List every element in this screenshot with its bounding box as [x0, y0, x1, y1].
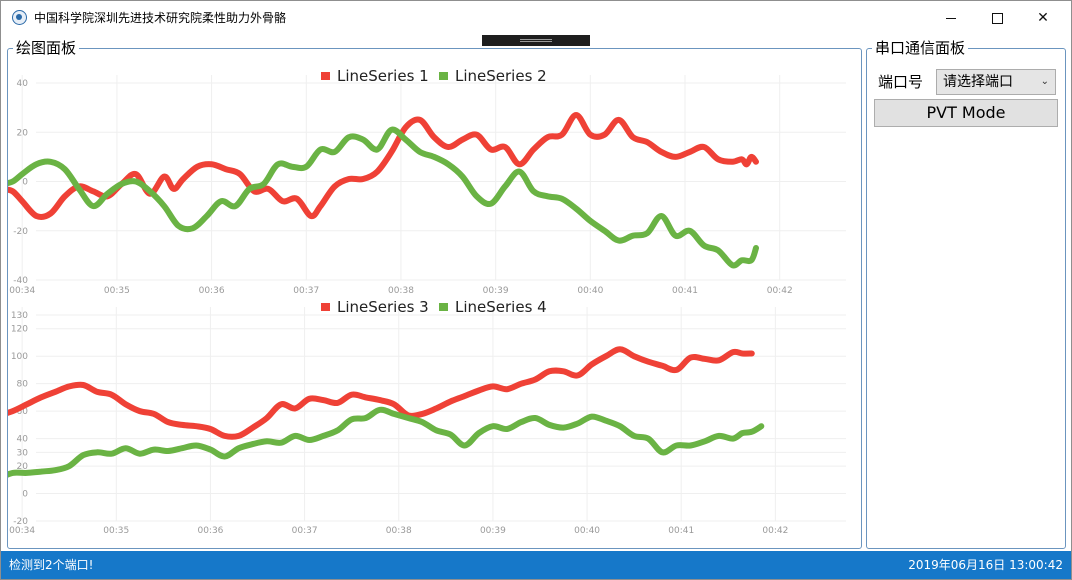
title-bar[interactable]: 中国科学院深圳先进技术研究院柔性助力外骨骼 ✕ [1, 1, 1071, 35]
series-line-2 [8, 406, 765, 478]
y-tick-label: -20 [13, 227, 28, 237]
minimize-button[interactable] [928, 1, 974, 35]
legend-label: LineSeries 3 [337, 301, 429, 316]
x-tick-label: 00:37 [293, 286, 319, 296]
x-tick-label: 00:42 [767, 286, 793, 296]
status-bar: 检测到2个端口! 2019年06月16日 13:00:42 [1, 551, 1071, 579]
maximize-button[interactable] [974, 1, 1020, 35]
chevron-down-icon: ⌄ [1040, 76, 1049, 87]
chart-bottom: 13012010080604030200-2000:3400:3500:3600… [8, 301, 846, 536]
app-logo-icon [12, 10, 27, 25]
close-button[interactable]: ✕ [1020, 1, 1066, 35]
minimize-icon [946, 17, 956, 19]
x-tick-label: 00:37 [292, 526, 318, 536]
serial-panel-title: 串口通信面板 [872, 38, 969, 58]
legend-swatch [321, 303, 330, 311]
port-select-value: 请选择端口 [943, 74, 1013, 90]
series-line-1 [8, 346, 755, 440]
y-tick-label: 120 [11, 325, 28, 335]
x-tick-label: 00:42 [762, 526, 788, 536]
window-title: 中国科学院深圳先进技术研究院柔性助力外骨骼 [34, 11, 287, 25]
x-tick-label: 00:34 [9, 526, 35, 536]
y-tick-label: 130 [11, 311, 28, 321]
x-tick-label: 00:41 [672, 286, 698, 296]
serial-panel: 串口通信面板 端口号 请选择端口 ⌄ PVT Mode [866, 38, 1066, 549]
x-tick-label: 00:36 [197, 526, 223, 536]
draw-panel: 绘图面板 40 20 0 -20 -40 00:34 00:35 00:36 00:37 00:3… [7, 38, 862, 549]
chart-top: 40200-20-4000:34 00:35 00:36 00:37 00:38 00:3… [8, 67, 846, 296]
legend-label: LineSeries 2 [455, 67, 547, 85]
x-tick-label: 00:39 [483, 286, 509, 296]
main-window: 中国科学院深圳先进技术研究院柔性助力外骨骼 ✕ 绘图面板 40 20 0 -20 -40… [0, 0, 1072, 580]
x-tick-label: 00:36 [199, 286, 225, 296]
x-tick-label: 00:40 [577, 286, 603, 296]
legend-swatch [439, 303, 448, 311]
y-tick-label: 0 [22, 490, 28, 500]
pvt-mode-button[interactable]: PVT Mode [874, 99, 1058, 127]
port-select[interactable]: 请选择端口 ⌄ [936, 69, 1056, 95]
y-tick-label: 0 [22, 178, 28, 188]
status-datetime: 2019年06月16日 13:00:42 [908, 558, 1063, 572]
x-tick-label: 00:35 [103, 526, 129, 536]
x-tick-label: 00:39 [480, 526, 506, 536]
legend-swatch [439, 72, 448, 80]
x-tick-label: 00:34 [9, 286, 35, 296]
series-line-2 [8, 126, 759, 269]
x-tick-label: 00:38 [388, 286, 414, 296]
maximize-icon [991, 12, 1003, 24]
y-tick-label: 100 [11, 352, 28, 362]
legend-label: LineSeries 1 [337, 67, 429, 85]
series-line-1 [8, 112, 759, 220]
x-tick-label: 00:41 [668, 526, 694, 536]
x-tick-label: 00:38 [386, 526, 412, 536]
legend-label: LineSeries 4 [455, 301, 547, 316]
close-icon: ✕ [1037, 10, 1049, 26]
x-tick-label: 00:40 [574, 526, 600, 536]
status-message: 检测到2个端口! [9, 558, 94, 572]
draw-panel-title: 绘图面板 [13, 38, 80, 58]
drag-grip-handle[interactable] [482, 35, 590, 46]
legend-swatch [321, 72, 330, 80]
x-tick-label: 00:35 [104, 286, 130, 296]
port-label: 端口号 [878, 73, 924, 91]
y-tick-label: -40 [13, 276, 28, 286]
